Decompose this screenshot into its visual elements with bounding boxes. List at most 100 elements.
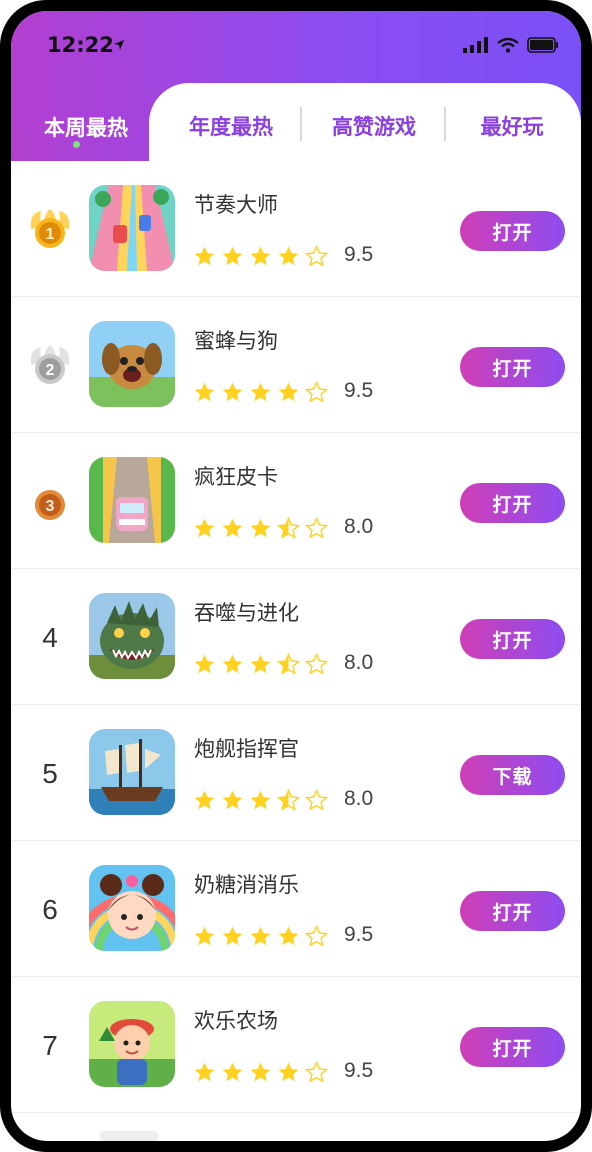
game-list-item[interactable]: 6 奶糖消消乐 9.5 打开 [11,841,581,977]
star-full-icon [194,246,215,266]
location-arrow-icon [114,40,124,50]
monster-thumbnail[interactable] [89,593,175,679]
star-empty-icon [305,381,328,403]
star-full-icon [194,1062,215,1082]
game-list-item[interactable]: 5 炮舰指挥官 8.0 下载 [11,705,581,841]
game-list-item[interactable]: 2 蜜蜂与狗 9.5 打开 [11,297,581,433]
star-rating [193,789,328,811]
rating-score: 9.5 [344,1059,374,1082]
button-label: 打开 [492,493,533,516]
status-bar: 12:22 [11,11,581,81]
signal-icon [463,37,488,53]
star-full-icon [194,654,215,674]
tab-divider [300,107,302,141]
star-full-icon [222,790,243,810]
star-full-icon [250,654,271,674]
download-button[interactable]: 下载 [460,755,565,795]
star-full-icon [278,1062,299,1082]
button-label: 打开 [492,357,533,380]
game-title[interactable]: 奶糖消消乐 [194,869,299,899]
tab-label: 高赞游戏 [332,115,416,139]
tab-label: 最好玩 [480,115,544,139]
star-full-icon [194,926,215,946]
game-title[interactable]: 欢乐农场 [194,1005,278,1035]
open-button[interactable]: 打开 [460,891,565,931]
star-full-icon [222,518,243,538]
rank-number: 3 [46,498,55,515]
star-full-icon [222,926,243,946]
star-full-icon [250,790,271,810]
active-tab-indicator [73,141,80,148]
star-half-icon [277,517,300,539]
tab-most-fun[interactable]: 最好玩 [447,103,577,149]
rank-number: 1 [46,226,55,243]
star-full-icon [222,246,243,266]
rating-score: 9.5 [344,923,374,946]
game-list-item[interactable]: 4 吞噬与进化 8.0 打开 [11,569,581,705]
rating-score: 9.5 [344,379,374,402]
rank-number: 6 [42,894,58,925]
game-list-item[interactable]: 7 欢乐农场 9.5 打开 [11,977,581,1113]
star-full-icon [250,518,271,538]
game-title[interactable]: 蜜蜂与狗 [194,325,278,355]
tab-most-liked[interactable]: 高赞游戏 [303,103,445,149]
game-list-item[interactable]: 1 节奏大师 9.5 打开 [11,161,581,297]
rank-number: 5 [42,758,58,789]
star-empty-icon [305,653,328,675]
pickup-car-thumbnail[interactable] [89,457,175,543]
rating-score: 8.0 [344,787,374,810]
next-item-peek [99,1131,159,1141]
battery-icon [527,37,558,53]
star-empty-icon [305,517,328,539]
dog-thumbnail[interactable] [89,321,175,407]
star-full-icon [278,382,299,402]
status-time: 12:22 [47,33,114,57]
star-full-icon [250,246,271,266]
pirate-ship-thumbnail[interactable] [89,729,175,815]
rating-score: 9.5 [344,243,374,266]
star-rating [193,517,328,539]
star-rating [193,381,328,403]
star-full-icon [250,926,271,946]
star-empty-icon [305,925,328,947]
game-title[interactable]: 炮舰指挥官 [194,733,299,763]
button-label: 打开 [492,629,533,652]
star-half-icon [277,789,300,811]
star-full-icon [278,246,299,266]
open-button[interactable]: 打开 [460,483,565,523]
farm-boy-thumbnail[interactable] [89,1001,175,1087]
game-title[interactable]: 吞噬与进化 [194,597,299,627]
star-full-icon [194,790,215,810]
star-full-icon [250,1062,271,1082]
rating-score: 8.0 [344,515,374,538]
button-label: 下载 [492,765,533,788]
tab-divider [444,107,446,141]
game-list-item[interactable]: 3 疯狂皮卡 8.0 打开 [11,433,581,569]
open-button[interactable]: 打开 [460,619,565,659]
star-full-icon [222,382,243,402]
tab-weekly-hot[interactable]: 本周最热 [11,99,161,155]
star-empty-icon [305,789,328,811]
star-rating [193,925,328,947]
phone-frame: 12:22 本周最热 年度最热 高赞游戏 最好玩 1 节奏大师 9.5 打开 2… [0,0,592,1152]
running-road-thumbnail[interactable] [89,185,175,271]
star-rating [193,245,328,267]
wifi-icon [497,37,519,53]
game-title[interactable]: 疯狂皮卡 [194,461,278,491]
rank-number: 4 [42,622,58,653]
star-full-icon [222,1062,243,1082]
open-button[interactable]: 打开 [460,211,565,251]
star-full-icon [250,382,271,402]
girl-rainbow-thumbnail[interactable] [89,865,175,951]
tab-yearly-hot[interactable]: 年度最热 [161,103,301,149]
game-title[interactable]: 节奏大师 [194,189,278,219]
button-label: 打开 [492,1037,533,1060]
rank-number: 7 [42,1030,58,1061]
open-button[interactable]: 打开 [460,1027,565,1067]
star-empty-icon [305,245,328,267]
open-button[interactable]: 打开 [460,347,565,387]
bronze-medal-icon: 3 [25,477,75,527]
star-full-icon [194,382,215,402]
rank-number: 2 [46,362,55,379]
app-screen: 12:22 本周最热 年度最热 高赞游戏 最好玩 1 节奏大师 9.5 打开 2… [11,11,581,1141]
